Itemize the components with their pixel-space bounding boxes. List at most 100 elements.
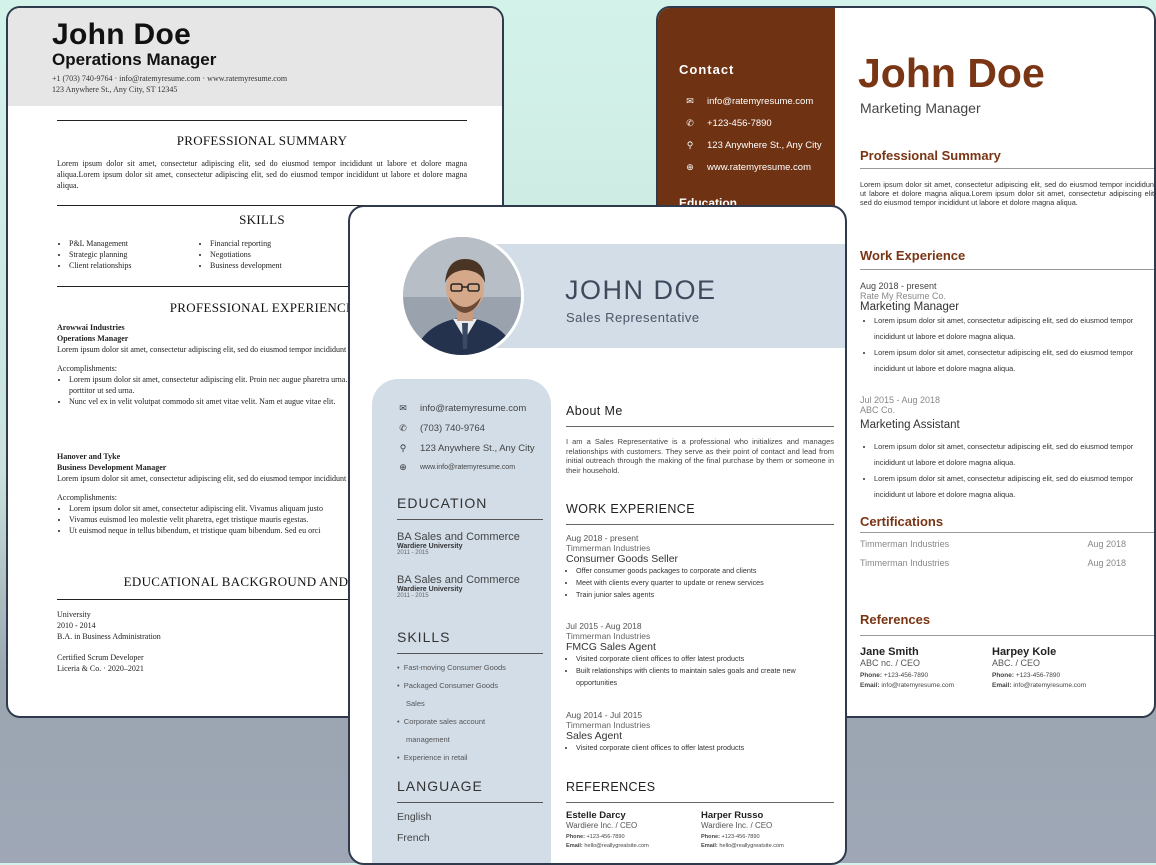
job-bullet: Offer consumer goods packages to corpora… (576, 565, 834, 577)
skills-column-2: Financial reporting Negotiations Busines… (198, 238, 338, 271)
ref-name: Estelle Darcy (566, 810, 626, 821)
education-heading: EDUCATION (397, 495, 488, 511)
language-item: French (397, 832, 430, 844)
divider (566, 426, 834, 427)
phone-label: Phone: (992, 672, 1015, 679)
globe-icon: ⊕ (686, 162, 694, 172)
cert-date: Aug 2018 (1087, 558, 1126, 568)
skill-item: • Fast-moving Consumer Goods (397, 663, 506, 672)
ref-phone: Phone: +123-456-7890 (566, 833, 696, 842)
contact-text: 123 Anywhere St., Any City (707, 140, 822, 151)
section-heading-summary: PROFESSIONAL SUMMARY (176, 133, 348, 148)
job-dates: Aug 2018 - present (566, 533, 639, 543)
skill-item: • Packaged Consumer Goods (397, 681, 499, 690)
ref-email: Email: hello@reallygreatsite.com (566, 842, 696, 851)
contact-phone: ✆ (703) 740-9764 (398, 423, 485, 434)
email-label: Email: (860, 682, 880, 689)
section-heading-summary: Professional Summary (860, 148, 1001, 163)
skill-text: Fast-moving Consumer Goods (403, 663, 506, 672)
school: Wardiere University (397, 586, 463, 593)
email-value: hello@reallygreatsite.com (719, 842, 784, 849)
contact-address: ⚲ 123 Anywhere St., Any City (398, 443, 535, 454)
ref-email: Email: info@ratemyresume.com (860, 681, 1010, 691)
skill-item: • Experience in retail (397, 753, 468, 762)
phone-icon: ✆ (686, 118, 694, 128)
job-bullet: Lorem ipsum dolor sit amet, consectetur … (874, 471, 1154, 503)
skills-list: • Fast-moving Consumer Goods • Packaged … (397, 659, 547, 767)
job-title: FMCG Sales Agent (566, 641, 656, 653)
job-company: Timmerman Industries (566, 631, 651, 641)
ref-company: Wardiere Inc. / CEO (701, 821, 773, 830)
cert-row: Timmerman Industries Aug 2018 (860, 558, 1126, 568)
email-value: info@ratemyresume.com (881, 682, 955, 689)
skill-item: Business development (210, 260, 338, 271)
work-entry-2: Jul 2015 - Aug 2018 ABC Co. Marketing As… (860, 395, 1154, 503)
job-bullet: Built relationships with clients to main… (576, 665, 834, 689)
ref-name: Harper Russo (701, 810, 764, 821)
section-heading-work: Work Experience (860, 248, 966, 263)
globe-icon: ⊕ (399, 462, 407, 472)
phone-value: +123-456-7890 (721, 834, 760, 840)
reference-1: Estelle Darcy Wardiere Inc. / CEO Phone:… (566, 810, 696, 850)
job-dates: Jul 2015 - Aug 2018 (566, 621, 642, 631)
contact-website: ⊕ www.info@ratemyresume.com (398, 462, 515, 473)
divider (860, 532, 1154, 533)
ref-email: Email: hello@reallygreatsite.com (701, 842, 831, 851)
phone-label: Phone: (860, 672, 883, 679)
email-label: Email: (566, 842, 583, 849)
mail-icon: ✉ (399, 403, 407, 413)
contact-email: ✉ info@ratemyresume.com (683, 96, 813, 107)
language-item: English (397, 811, 432, 823)
skills-column-1: P&L Management Strategic planning Client… (57, 238, 197, 271)
phone-value: +123-456-7890 (1015, 672, 1061, 679)
job-bullet: Lorem ipsum dolor sit amet, consectetur … (874, 313, 1154, 345)
skill-text: Packaged Consumer Goods (403, 681, 499, 690)
resume-header: John Doe Operations Manager +1 (703) 740… (8, 8, 502, 106)
divider (397, 653, 543, 654)
work-heading: WORK EXPERIENCE (566, 502, 695, 516)
divider (57, 120, 467, 121)
summary-text: Lorem ipsum dolor sit amet, consectetur … (860, 180, 1156, 207)
divider (860, 635, 1154, 636)
contact-text: info@ratemyresume.com (707, 96, 814, 107)
cert-date: Aug 2018 (1087, 539, 1126, 549)
job-bullet: Train junior sales agents (576, 589, 834, 601)
job-title: Consumer Goods Seller (566, 553, 679, 565)
phone-value: +123-456-7890 (883, 672, 929, 679)
contact-text: 123 Anywhere St., Any City (420, 443, 535, 454)
years: 2011 - 2015 (397, 593, 429, 599)
ref-name: Harpey Kole (992, 646, 1057, 658)
phone-label: Phone: (566, 834, 585, 840)
phone-label: Phone: (701, 834, 720, 840)
resume-role: Marketing Manager (860, 100, 981, 116)
job-bullet: Lorem ipsum dolor sit amet, consectetur … (874, 439, 1154, 471)
job-title: Marketing Manager (860, 301, 960, 313)
resume-role: Operations Manager (52, 50, 217, 69)
skill-text: management (406, 735, 450, 744)
location-icon: ⚲ (686, 140, 694, 150)
language-list: English French (397, 811, 547, 844)
contact-text: info@ratemyresume.com (420, 403, 527, 414)
education-entry: BA Sales and Commerce Wardiere Universit… (397, 574, 547, 599)
job-bullet: Visited corporate client offices to offe… (576, 653, 834, 665)
cert-name: Timmerman Industries (860, 558, 950, 568)
divider (566, 524, 834, 525)
email-label: Email: (992, 682, 1012, 689)
ref-company: ABC nc. / CEO (860, 658, 921, 668)
resume-name: John Doe (858, 50, 1045, 96)
skill-item: Client relationships (69, 260, 197, 271)
email-value: info@ratemyresume.com (1013, 682, 1087, 689)
skill-item: Strategic planning (69, 249, 197, 260)
contact-text: +123-456-7890 (707, 118, 772, 129)
job-dates: Aug 2018 - present (860, 281, 937, 291)
work-entry-1: Aug 2018 - present Rate My Resume Co. Ma… (860, 281, 1154, 377)
section-heading-references: References (860, 612, 931, 627)
contact-line: +1 (703) 740-9764 · info@ratemyresume.co… (52, 74, 288, 83)
divider (566, 802, 834, 803)
reference-2: Harpey Kole ABC. / CEO Phone: +123-456-7… (992, 646, 1142, 691)
mail-icon: ✉ (686, 96, 694, 106)
job-dates: Aug 2014 - Jul 2015 (566, 710, 643, 720)
skills-heading: SKILLS (397, 629, 451, 645)
section-heading-certifications: Certifications (860, 514, 944, 529)
about-heading: About Me (566, 404, 623, 418)
